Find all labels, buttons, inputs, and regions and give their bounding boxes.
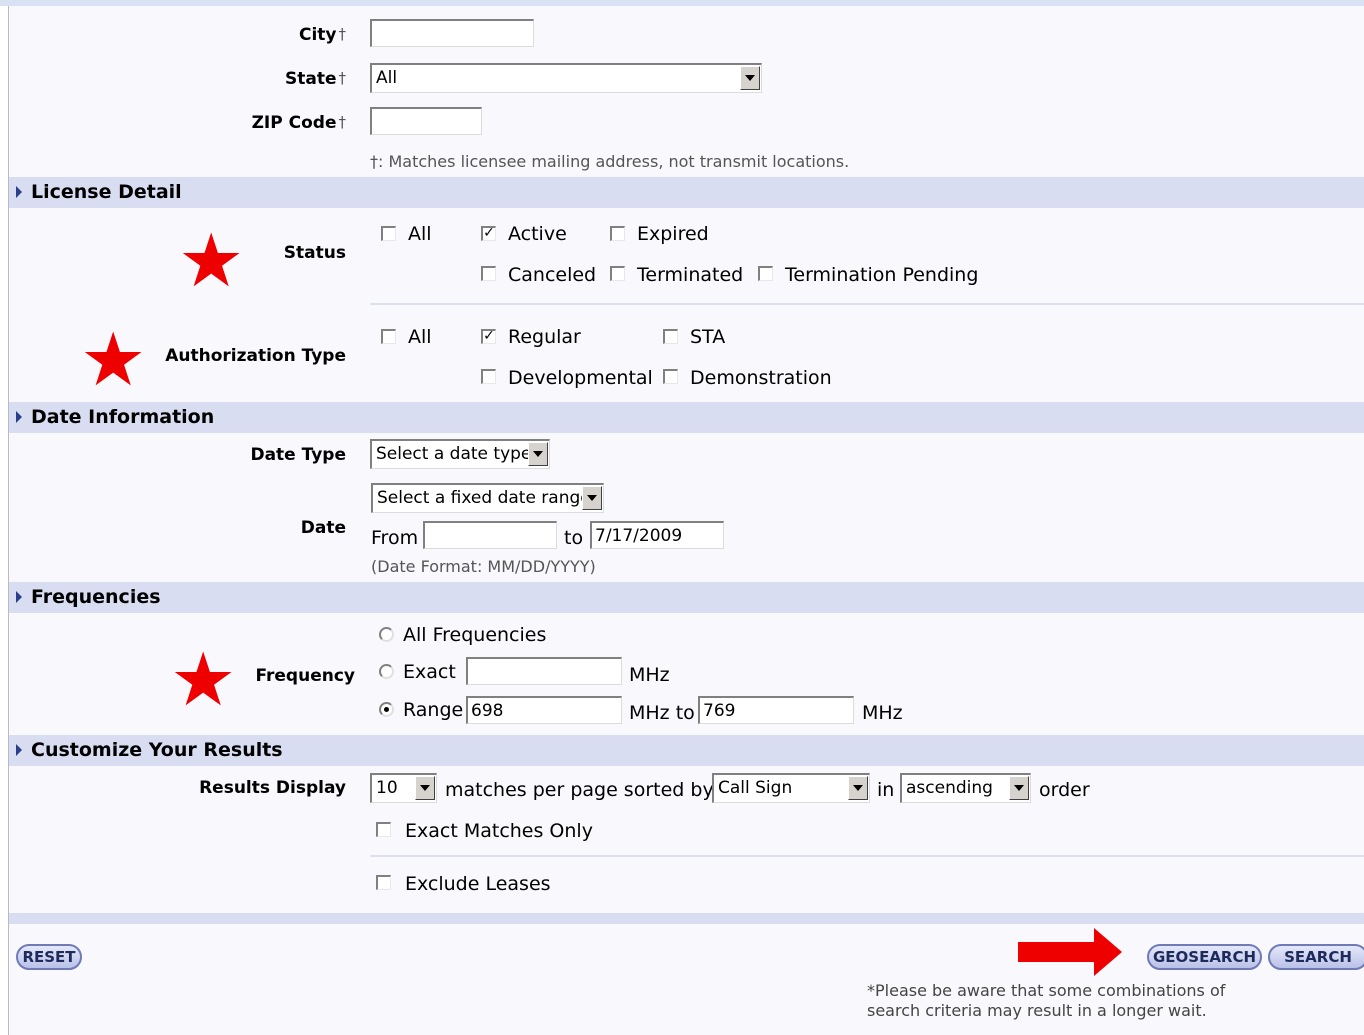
in-text: in xyxy=(877,779,895,801)
date-type-label: Date Type xyxy=(250,445,346,465)
per-page-text: matches per page sorted by xyxy=(445,779,714,801)
section-title: License Detail xyxy=(31,181,182,203)
authorization-type-label: Authorization Type xyxy=(165,346,346,366)
chevron-down-icon[interactable] xyxy=(415,776,435,800)
order-text: order xyxy=(1039,779,1090,801)
expand-triangle-icon xyxy=(16,591,22,603)
auth-sta-checkbox[interactable] xyxy=(663,329,678,344)
status-terminated-label: Terminated xyxy=(637,264,744,286)
auth-demonstration-checkbox[interactable] xyxy=(663,369,678,384)
sort-by-select[interactable]: Call Sign xyxy=(712,773,870,803)
exclude-leases-label: Exclude Leases xyxy=(405,873,551,895)
state-select[interactable]: All xyxy=(370,63,762,93)
frequency-label: Frequency xyxy=(255,666,355,686)
red-star-icon: ★ xyxy=(170,637,237,723)
chevron-down-icon[interactable] xyxy=(582,486,602,510)
auth-sta-label: STA xyxy=(690,326,726,348)
status-active-label: Active xyxy=(508,223,567,245)
status-label: Status xyxy=(283,243,346,263)
wait-warning-line1: *Please be aware that some combinations … xyxy=(867,981,1226,1000)
sort-order-select[interactable]: ascending xyxy=(900,773,1031,803)
exact-matches-checkbox[interactable] xyxy=(376,822,391,837)
auth-regular-checkbox[interactable]: ✓ xyxy=(481,329,496,344)
chevron-down-icon[interactable] xyxy=(740,66,760,90)
expand-triangle-icon xyxy=(16,186,22,198)
all-frequencies-radio[interactable] xyxy=(379,627,394,642)
section-customize-results[interactable]: Customize Your Results xyxy=(9,735,1364,766)
geosearch-button[interactable]: GEOSEARCH xyxy=(1147,944,1262,970)
exact-label: Exact xyxy=(403,661,456,683)
exclude-leases-checkbox[interactable] xyxy=(376,875,391,890)
red-star-icon: ★ xyxy=(178,218,245,304)
chevron-down-icon[interactable] xyxy=(1009,776,1029,800)
state-label: State † xyxy=(285,69,346,89)
auth-developmental-checkbox[interactable] xyxy=(481,369,496,384)
zip-label: ZIP Code † xyxy=(251,113,346,133)
status-canceled-label: Canceled xyxy=(508,264,597,286)
status-expired-label: Expired xyxy=(637,223,709,245)
divider xyxy=(370,855,1364,857)
range-label: Range xyxy=(403,699,464,721)
auth-all-checkbox[interactable] xyxy=(381,329,396,344)
auth-regular-label: Regular xyxy=(508,326,581,348)
range-frequency-radio[interactable] xyxy=(379,702,394,717)
red-star-icon: ★ xyxy=(80,317,147,403)
mhz-label: MHz xyxy=(862,702,903,724)
date-range-select[interactable]: Select a fixed date range xyxy=(371,483,604,513)
date-label: Date xyxy=(300,518,346,538)
chevron-down-icon[interactable] xyxy=(848,776,868,800)
all-frequencies-label: All Frequencies xyxy=(403,624,547,646)
zip-input[interactable] xyxy=(370,107,482,135)
section-license-detail[interactable]: License Detail xyxy=(9,177,1364,208)
date-from-input[interactable] xyxy=(423,521,557,549)
auth-developmental-label: Developmental xyxy=(508,367,653,389)
results-display-label: Results Display xyxy=(199,778,346,798)
section-title: Date Information xyxy=(31,406,215,428)
exact-matches-label: Exact Matches Only xyxy=(405,820,593,842)
date-format-note: (Date Format: MM/DD/YYYY) xyxy=(371,557,596,576)
divider xyxy=(370,303,1364,305)
section-title: Customize Your Results xyxy=(31,739,283,761)
status-all-checkbox[interactable] xyxy=(381,226,396,241)
form-footer-bar xyxy=(9,913,1364,924)
per-page-select[interactable]: 10 xyxy=(370,773,437,803)
reset-button[interactable]: RESET xyxy=(16,944,82,970)
exact-frequency-radio[interactable] xyxy=(379,664,394,679)
to-label: to xyxy=(564,527,584,549)
from-label: From xyxy=(371,527,419,549)
status-active-checkbox[interactable]: ✓ xyxy=(481,226,496,241)
chevron-down-icon[interactable] xyxy=(528,442,548,466)
section-title: Frequencies xyxy=(31,586,161,608)
status-terminated-checkbox[interactable] xyxy=(610,266,625,281)
range-from-input[interactable] xyxy=(466,696,622,724)
date-type-select[interactable]: Select a date type xyxy=(370,439,550,469)
status-canceled-checkbox[interactable] xyxy=(481,266,496,281)
red-arrow-icon xyxy=(1018,928,1122,976)
exact-frequency-input[interactable] xyxy=(466,657,622,685)
section-frequencies[interactable]: Frequencies xyxy=(9,582,1364,613)
section-date-information[interactable]: Date Information xyxy=(9,402,1364,433)
expand-triangle-icon xyxy=(16,744,22,756)
location-footnote: †: Matches licensee mailing address, not… xyxy=(370,152,850,171)
expand-triangle-icon xyxy=(16,411,22,423)
city-input[interactable] xyxy=(370,19,534,47)
search-button[interactable]: SEARCH xyxy=(1268,944,1364,970)
mhz-label: MHz xyxy=(629,664,670,686)
date-to-input[interactable] xyxy=(590,521,724,549)
city-label: City † xyxy=(298,25,346,45)
status-all-label: All xyxy=(408,223,432,245)
status-expired-checkbox[interactable] xyxy=(610,226,625,241)
auth-demonstration-label: Demonstration xyxy=(690,367,832,389)
left-border xyxy=(8,6,9,1035)
wait-warning-line2: search criteria may result in a longer w… xyxy=(867,1001,1207,1020)
mhz-to-label: MHz to xyxy=(629,702,695,724)
auth-all-label: All xyxy=(408,326,432,348)
status-termination-pending-checkbox[interactable] xyxy=(758,266,773,281)
status-termination-pending-label: Termination Pending xyxy=(785,264,979,286)
range-to-input[interactable] xyxy=(698,696,854,724)
